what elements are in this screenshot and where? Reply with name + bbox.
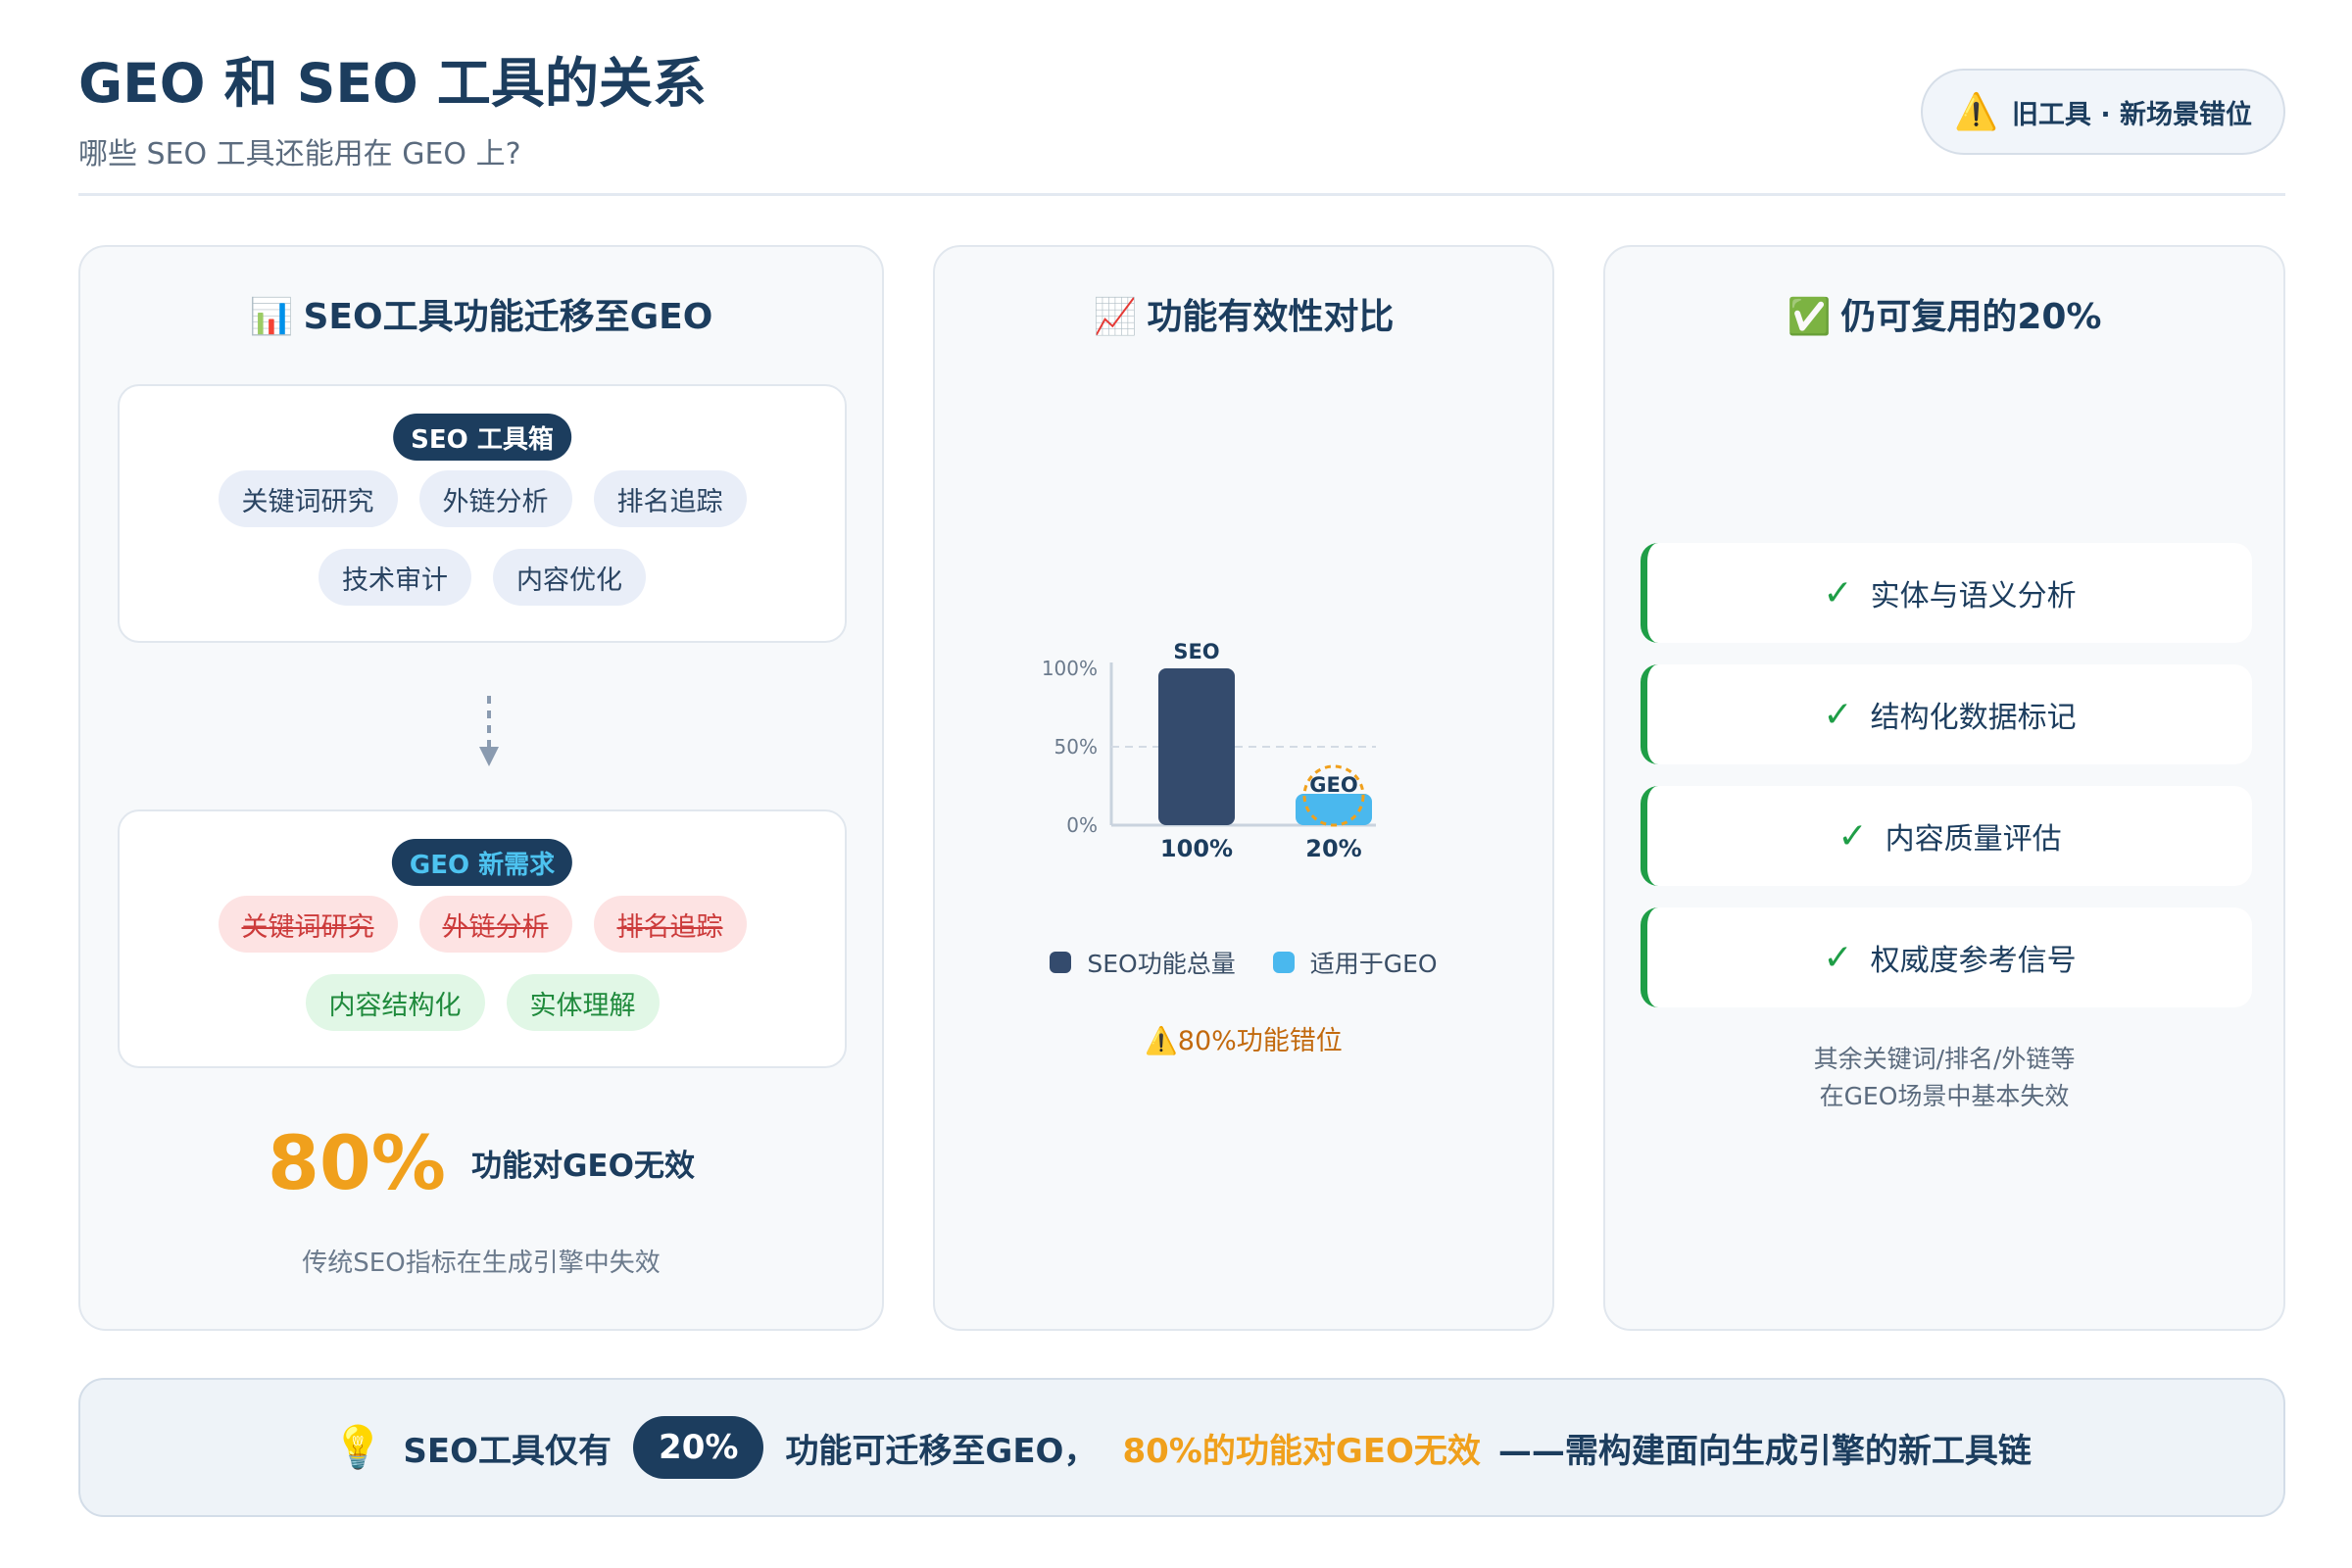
reusable-panel-title: ✅ 仍可复用的20% <box>1787 297 2102 337</box>
mismatch-warning: ⚠️80%功能错位 <box>1145 1026 1343 1056</box>
comparison-panel: 📈 功能有效性对比 0% 50% 100% SEO 100% GEO 20% SEO功能总量 … <box>933 245 1554 1331</box>
geo-new-chips: 内容结构化 实体理解 <box>159 974 806 1031</box>
bar-category-label: GEO <box>1309 773 1357 797</box>
check-icon: ✓ <box>1838 815 1868 857</box>
invalid-stat: 80% 功能对GEO无效 <box>80 1119 882 1206</box>
reusable-panel: ✅ 仍可复用的20% ✓ 实体与语义分析 ✓ 结构化数据标记 ✓ 内容质量评估 ✓… <box>1603 245 2285 1331</box>
chart-legend: SEO功能总量 适用于GEO <box>935 945 1552 980</box>
y-tick-label: 100% <box>1042 657 1098 680</box>
seo-chip: 关键词研究 <box>218 470 398 527</box>
migration-note: 传统SEO指标在生成引擎中失效 <box>302 1249 661 1278</box>
seo-chip: 排名追踪 <box>593 470 747 527</box>
bar-value-label: 20% <box>1305 835 1361 862</box>
bar-chart-icon: 📊 <box>249 297 294 337</box>
bar-category-label: SEO <box>1173 640 1219 663</box>
effectiveness-chart: 0% 50% 100% SEO 100% GEO 20% <box>1033 610 1464 904</box>
check-icon: ✓ <box>1823 937 1853 978</box>
trend-chart-icon: 📈 <box>1093 297 1138 337</box>
reusable-item: ✓ 实体与语义分析 <box>1641 543 2252 643</box>
reusable-item: ✓ 权威度参考信号 <box>1641 907 2252 1007</box>
seo-chip: 技术审计 <box>318 549 471 606</box>
badge-text: 旧工具 · 新场景错位 <box>2011 99 2252 130</box>
arrow-down-icon <box>479 696 499 766</box>
seo-chip: 内容优化 <box>493 549 646 606</box>
reusable-note: 其余关键词/排名/外链等 在GEO场景中基本失效 <box>1813 1045 2076 1110</box>
seo-toolbox: SEO 工具箱 关键词研究 外链分析 排名追踪 技术审计 内容优化 <box>118 384 847 643</box>
legend-item-geo: 适用于GEO <box>1272 945 1438 980</box>
legend-swatch-geo <box>1272 952 1295 973</box>
seo-toolbox-tag: SEO 工具箱 <box>393 414 571 461</box>
invalid-label: 功能对GEO无效 <box>470 1149 695 1184</box>
warning-icon: ⚠️ <box>1954 92 1998 132</box>
legend-swatch-seo <box>1050 952 1072 973</box>
new-need-chip: 实体理解 <box>506 974 660 1031</box>
conclusion-banner: 💡 SEO工具仅有 20% 功能可迁移至GEO， 80%的功能对GEO无效 ——… <box>78 1378 2285 1517</box>
seo-chips-row2: 技术审计 内容优化 <box>159 549 806 606</box>
bar-seo <box>1158 668 1235 825</box>
invalid-chip: 关键词研究 <box>218 896 398 953</box>
seo-chips-row1: 关键词研究 外链分析 排名追踪 <box>159 470 806 527</box>
check-icon: ✓ <box>1823 572 1853 613</box>
comparison-panel-title: 📈 功能有效性对比 <box>1093 297 1395 337</box>
check-icon: ✓ <box>1823 694 1853 735</box>
reusable-item: ✓ 结构化数据标记 <box>1641 664 2252 764</box>
y-tick-label: 50% <box>1054 735 1098 759</box>
bar-value-label: 100% <box>1160 835 1233 862</box>
effectiveness-chart-svg: 0% 50% 100% SEO 100% GEO 20% <box>1042 640 1376 862</box>
seo-chip: 外链分析 <box>418 470 572 527</box>
new-need-chip: 内容结构化 <box>305 974 485 1031</box>
invalid-chip: 排名追踪 <box>593 896 747 953</box>
mismatch-badge: ⚠️ 旧工具 · 新场景错位 <box>1921 69 2285 155</box>
migration-panel: 📊 SEO工具功能迁移至GEO SEO 工具箱 关键词研究 外链分析 排名追踪 技… <box>78 245 884 1331</box>
y-tick-label: 0% <box>1066 813 1098 837</box>
check-box-icon: ✅ <box>1787 297 1832 337</box>
invalid-percent: 80% <box>268 1119 446 1206</box>
warning-icon: ⚠️ <box>1145 1026 1178 1056</box>
legend-item-seo: SEO功能总量 <box>1050 945 1236 980</box>
page-header: GEO 和 SEO 工具的关系 哪些 SEO 工具还能用在 GEO 上? ⚠️ … <box>78 51 2285 196</box>
reusable-item: ✓ 内容质量评估 <box>1641 786 2252 886</box>
geo-invalid-chips: 关键词研究 外链分析 排名追踪 <box>159 896 806 953</box>
geo-needs-tag: GEO 新需求 <box>391 839 573 886</box>
invalid-chip: 外链分析 <box>418 896 572 953</box>
highlight-pill: 20% <box>633 1416 764 1479</box>
geo-needs-box: GEO 新需求 关键词研究 外链分析 排名追踪 内容结构化 实体理解 <box>118 809 847 1068</box>
migration-panel-title: 📊 SEO工具功能迁移至GEO <box>249 297 713 337</box>
lightbulb-icon: 💡 <box>332 1423 384 1471</box>
invalid-highlight: 80%的功能对GEO无效 <box>1122 1431 1481 1471</box>
